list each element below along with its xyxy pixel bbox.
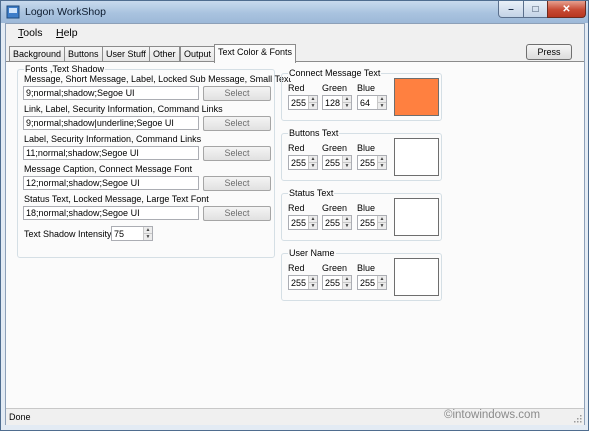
press-button[interactable]: Press: [526, 44, 572, 60]
green-label: Green: [322, 83, 348, 93]
color-swatch: [394, 78, 439, 116]
spin-down-icon[interactable]: ▼: [309, 222, 317, 229]
tab-page-text-color-fonts: Fonts ,Text Shadow Message, Short Messag…: [6, 61, 584, 408]
red-spinner[interactable]: 255 ▲ ▼: [288, 215, 318, 230]
blue-label: Blue: [357, 263, 376, 273]
maximize-button[interactable]: □: [523, 1, 548, 18]
spin-down-icon[interactable]: ▼: [343, 162, 351, 169]
spinner-value: 75: [114, 229, 125, 239]
spinner-arrows[interactable]: ▲ ▼: [143, 227, 152, 240]
fonts-group: Fonts ,Text Shadow Message, Short Messag…: [17, 64, 291, 258]
tab-background[interactable]: Background: [9, 46, 66, 62]
font-value-field[interactable]: 9;normal;shadow|underline;Segoe UI: [23, 116, 199, 130]
select-font-button[interactable]: Select: [203, 176, 271, 191]
shadow-intensity-label: Text Shadow Intensity:: [24, 229, 115, 239]
tab-strip: Background Buttons User Stuff Other Outp…: [6, 44, 584, 63]
blue-spinner[interactable]: 64 ▲ ▼: [357, 95, 387, 110]
maximize-icon: □: [532, 3, 539, 15]
tab-buttons[interactable]: Buttons: [64, 46, 103, 62]
color-swatch: [394, 138, 439, 176]
group-title: Status Text: [288, 188, 335, 198]
blue-spinner[interactable]: 255 ▲ ▼: [357, 155, 387, 170]
tab-user-stuff[interactable]: User Stuff: [102, 46, 150, 62]
font-row-label: Message, Short Message, Label, Locked Su…: [24, 74, 291, 84]
select-font-button[interactable]: Select: [203, 116, 271, 131]
font-row-label: Message Caption, Connect Message Font: [24, 164, 193, 174]
status-text: Done: [9, 412, 31, 422]
connect-message-color-group: Connect Message Text Red Green Blue 255 ▲…: [281, 68, 442, 121]
blue-spinner[interactable]: 255 ▲ ▼: [357, 215, 387, 230]
blue-label: Blue: [357, 203, 376, 213]
tab-output[interactable]: Output: [180, 46, 216, 62]
menu-bar: Tools Help: [6, 24, 584, 42]
color-swatch: [394, 258, 439, 296]
red-label: Red: [288, 203, 305, 213]
red-spinner[interactable]: 255 ▲ ▼: [288, 95, 318, 110]
spin-down-icon[interactable]: ▼: [144, 233, 152, 240]
green-spinner[interactable]: 128 ▲ ▼: [322, 95, 352, 110]
spin-down-icon[interactable]: ▼: [309, 162, 317, 169]
resize-grip-icon[interactable]: [572, 413, 582, 423]
select-font-button[interactable]: Select: [203, 146, 271, 161]
green-spinner[interactable]: 255 ▲ ▼: [322, 215, 352, 230]
red-label: Red: [288, 143, 305, 153]
green-spinner[interactable]: 255 ▲ ▼: [322, 275, 352, 290]
red-spinner[interactable]: 255 ▲ ▼: [288, 275, 318, 290]
spin-down-icon[interactable]: ▼: [378, 282, 386, 289]
green-spinner[interactable]: 255 ▲ ▼: [322, 155, 352, 170]
tab-text-color-fonts[interactable]: Text Color & Fonts: [214, 44, 297, 63]
font-value-field[interactable]: 9;normal;shadow;Segoe UI: [23, 86, 199, 100]
watermark: ©intowindows.com: [444, 409, 541, 421]
group-title: Connect Message Text: [288, 68, 382, 78]
spin-down-icon[interactable]: ▼: [378, 102, 386, 109]
app-window: Logon WorkShop – □ ✕ Tools Help Backgrou…: [0, 0, 589, 431]
red-label: Red: [288, 83, 305, 93]
font-value-field[interactable]: 12;normal;shadow;Segoe UI: [23, 176, 199, 190]
window-title: Logon WorkShop: [25, 6, 106, 18]
select-font-button[interactable]: Select: [203, 206, 271, 221]
buttons-text-color-group: Buttons Text Red Green Blue 255 ▲ ▼ 255 ▲ ▼ …: [281, 128, 442, 181]
client-area: Tools Help Background Buttons User Stuff…: [5, 23, 585, 425]
status-text-color-group: Status Text Red Green Blue 255 ▲ ▼ 255 ▲ ▼ 2…: [281, 188, 442, 241]
color-swatch: [394, 198, 439, 236]
app-icon: [6, 5, 20, 19]
menu-tools[interactable]: Tools: [18, 27, 43, 39]
select-font-button[interactable]: Select: [203, 86, 271, 101]
close-icon: ✕: [562, 3, 571, 15]
user-name-color-group: User Name Red Green Blue 255 ▲ ▼ 255 ▲ ▼ 255…: [281, 248, 442, 301]
green-label: Green: [322, 203, 348, 213]
font-row-label: Status Text, Locked Message, Large Text …: [24, 194, 209, 204]
spin-down-icon[interactable]: ▼: [309, 102, 317, 109]
spin-down-icon[interactable]: ▼: [378, 162, 386, 169]
spin-down-icon[interactable]: ▼: [343, 282, 351, 289]
red-label: Red: [288, 263, 305, 273]
red-spinner[interactable]: 255 ▲ ▼: [288, 155, 318, 170]
blue-label: Blue: [357, 83, 376, 93]
fonts-group-title: Fonts ,Text Shadow: [24, 64, 106, 74]
spin-down-icon[interactable]: ▼: [343, 102, 351, 109]
minimize-icon: –: [508, 3, 514, 15]
title-bar[interactable]: Logon WorkShop – □ ✕: [1, 1, 588, 23]
close-button[interactable]: ✕: [547, 1, 586, 18]
group-title: Buttons Text: [288, 128, 340, 138]
green-label: Green: [322, 143, 348, 153]
tab-other[interactable]: Other: [149, 46, 180, 62]
font-row-label: Label, Security Information, Command Lin…: [24, 134, 202, 144]
spin-down-icon[interactable]: ▼: [343, 222, 351, 229]
shadow-intensity-spinner[interactable]: 75 ▲ ▼: [111, 226, 153, 241]
spin-down-icon[interactable]: ▼: [309, 282, 317, 289]
menu-help[interactable]: Help: [56, 27, 78, 39]
font-value-field[interactable]: 11;normal;shadow;Segoe UI: [23, 146, 199, 160]
font-row-label: Link, Label, Security Information, Comma…: [24, 104, 223, 114]
group-title: User Name: [288, 248, 336, 258]
blue-label: Blue: [357, 143, 376, 153]
green-label: Green: [322, 263, 348, 273]
blue-spinner[interactable]: 255 ▲ ▼: [357, 275, 387, 290]
spin-down-icon[interactable]: ▼: [378, 222, 386, 229]
minimize-button[interactable]: –: [498, 1, 524, 18]
font-value-field[interactable]: 18;normal;shadow;Segoe UI: [23, 206, 199, 220]
